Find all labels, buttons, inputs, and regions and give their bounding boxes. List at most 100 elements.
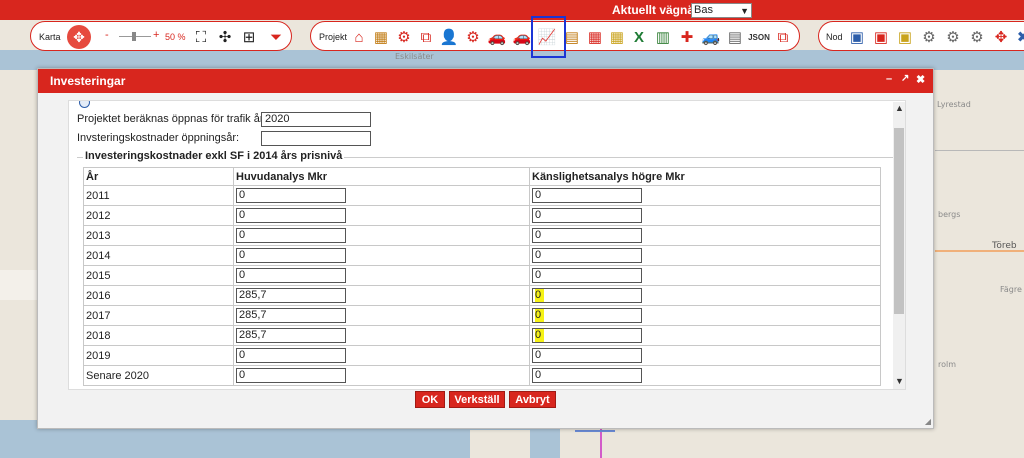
scroll-up-icon[interactable]: ▲ [895, 103, 904, 113]
table-row: Senare 2020 0 0 [83, 365, 881, 386]
main-analysis-input[interactable]: 285,7 [236, 328, 346, 343]
zoom-box-icon[interactable]: ⊞ [239, 27, 259, 47]
map-label-eskilsater: Eskilsäter [395, 52, 434, 61]
minimize-icon[interactable]: – [886, 73, 892, 85]
main-analysis-input[interactable]: 0 [236, 208, 346, 223]
main-analysis-input[interactable]: 0 [236, 368, 346, 383]
investments-dialog: Investeringar – ↗ ✖ Projektet beräknas ö… [37, 68, 934, 429]
opening-cost-input[interactable] [261, 131, 371, 146]
node-link-icon[interactable]: ⚙ [967, 27, 987, 47]
sensitivity-analysis-input[interactable]: 0 [532, 288, 642, 303]
sensitivity-value: 0 [535, 329, 544, 342]
sensitivity-analysis-input[interactable]: 0 [532, 188, 642, 203]
move-icon[interactable]: ✣ [215, 27, 235, 47]
table-row: 2018 285,7 0 [83, 325, 881, 346]
dialog-titlebar[interactable]: Investeringar – ↗ ✖ [38, 69, 933, 93]
main-analysis-input[interactable]: 0 [236, 248, 346, 263]
sensitivity-cell: 0 [529, 245, 881, 266]
node-draw-icon[interactable]: ✥ [991, 27, 1011, 47]
resize-handle-icon[interactable]: ◢ [925, 417, 931, 426]
sensitivity-analysis-input[interactable]: 0 [532, 228, 642, 243]
main-analysis-input[interactable]: 0 [236, 268, 346, 283]
vehicle-red-icon[interactable]: 🚗 [512, 27, 532, 47]
grid-yellow-icon[interactable]: ▦ [607, 27, 627, 47]
vehicle-remove-icon[interactable]: 🚙 [701, 27, 721, 47]
scroll-down-icon[interactable]: ▼ [895, 376, 904, 386]
settings-icon[interactable]: ⚙ [394, 27, 414, 47]
json-icon[interactable]: JSON [748, 27, 770, 47]
export-icon[interactable]: ⧉ [773, 27, 793, 47]
sensitivity-cell: 0 [529, 205, 881, 226]
column-header-year: År [83, 167, 234, 186]
main-cell: 0 [233, 365, 530, 386]
chevron-down-icon: ▼ [740, 6, 749, 16]
zoom-in-button[interactable]: + [153, 29, 159, 41]
main-cell: 0 [233, 185, 530, 206]
document-icon[interactable]: ▤ [725, 27, 745, 47]
node-select-icon[interactable]: ▣ [847, 27, 867, 47]
opening-year-label: Projektet beräknas öppnas för trafik år [77, 113, 264, 125]
sensitivity-analysis-input[interactable]: 0 [532, 328, 642, 343]
network-settings-icon[interactable]: ⚙ [463, 27, 483, 47]
node-config-icon[interactable]: ⚙ [943, 27, 963, 47]
sensitivity-analysis-input[interactable]: 0 [532, 208, 642, 223]
sensitivity-analysis-input[interactable]: 0 [532, 308, 642, 323]
scrollbar-thumb[interactable] [894, 128, 904, 314]
node-move-icon[interactable]: ▣ [871, 27, 891, 47]
sensitivity-analysis-input[interactable]: 0 [532, 368, 642, 383]
excel-icon[interactable]: X [629, 27, 649, 47]
main-analysis-input[interactable]: 0 [236, 228, 346, 243]
node-toolbar: Nod ▣ ▣ ▣ ⚙ ⚙ ⚙ ✥ ✖ [818, 21, 1024, 51]
route-network-label: Aktuellt vägnät: [612, 3, 703, 17]
sensitivity-analysis-input[interactable]: 0 [532, 248, 642, 263]
home-icon[interactable]: ⌂ [349, 27, 369, 47]
zoom-extent-icon[interactable]: ⛶ [191, 27, 211, 47]
dialog-scrollbar[interactable]: ▲ ▼ [893, 102, 905, 389]
grid-red-icon[interactable]: ▦ [585, 27, 605, 47]
sensitivity-analysis-input[interactable]: 0 [532, 348, 642, 363]
main-analysis-input[interactable]: 0 [236, 188, 346, 203]
apply-button[interactable]: Verkställ [449, 391, 505, 408]
node-delete-icon[interactable]: ✖ [1013, 27, 1024, 47]
main-cell: 0 [233, 345, 530, 366]
map-toolbar: Karta ✥ - + 50 % ⛶ ✣ ⊞ ⏷ [30, 21, 292, 51]
close-icon[interactable]: ✖ [916, 73, 925, 86]
sensitivity-value: 0 [535, 229, 542, 241]
add-user-icon[interactable]: 👤 [439, 27, 459, 47]
node-edit-icon[interactable]: ▣ [895, 27, 915, 47]
sensitivity-cell: 0 [529, 265, 881, 286]
ok-button[interactable]: OK [415, 391, 445, 408]
column-header-sensitivity: Känslighetsanalys högre Mkr [529, 167, 881, 186]
table-row: 2014 0 0 [83, 245, 881, 266]
node-settings-icon[interactable]: ⚙ [919, 27, 939, 47]
cancel-button[interactable]: Avbryt [509, 391, 556, 408]
year-cell: 2013 [83, 225, 234, 246]
pan-icon[interactable]: ✥ [67, 25, 91, 49]
main-analysis-input[interactable]: 0 [236, 348, 346, 363]
node-toolbar-label: Nod [826, 32, 843, 42]
main-analysis-input[interactable]: 285,7 [236, 288, 346, 303]
table-row: 2017 285,7 0 [83, 305, 881, 326]
remove-icon[interactable]: ✚ [677, 27, 697, 47]
opening-year-input[interactable]: 2020 [261, 112, 371, 127]
report-icon[interactable]: ▥ [653, 27, 673, 47]
zoom-slider-handle[interactable] [132, 32, 136, 41]
table-row: 2012 0 0 [83, 205, 881, 226]
main-cell: 0 [233, 225, 530, 246]
map-label-town: Töreb [992, 241, 1017, 251]
table-row: 2015 0 0 [83, 265, 881, 286]
route-network-select[interactable]: Bas ▼ [691, 3, 752, 18]
zoom-out-button[interactable]: - [105, 29, 109, 41]
main-cell: 0 [233, 205, 530, 226]
sensitivity-value: 0 [535, 309, 544, 322]
sensitivity-analysis-input[interactable]: 0 [532, 268, 642, 283]
vehicle-green-icon[interactable]: 🚗 [487, 27, 507, 47]
main-cell: 285,7 [233, 305, 530, 326]
project-open-icon[interactable]: ▦ [371, 27, 391, 47]
project-toolbar-label: Projekt [319, 32, 348, 42]
info-icon[interactable] [79, 101, 90, 108]
filter-icon[interactable]: ⏷ [266, 27, 286, 47]
main-analysis-input[interactable]: 285,7 [236, 308, 346, 323]
restore-icon[interactable]: ↗ [901, 73, 909, 84]
copy-icon[interactable]: ⧉ [416, 27, 436, 47]
